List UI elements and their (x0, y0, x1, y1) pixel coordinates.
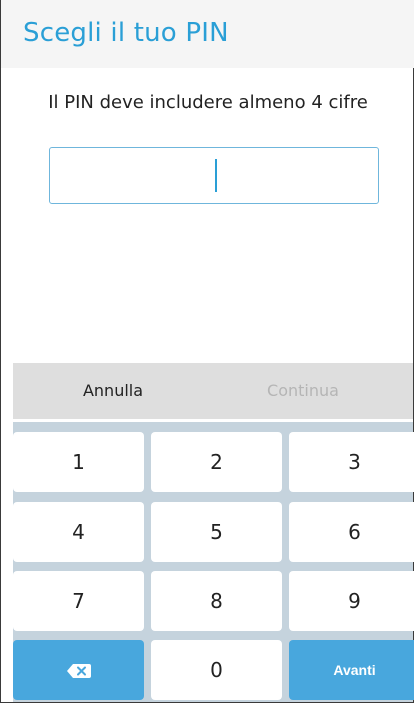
key-3[interactable]: 3 (289, 432, 414, 492)
screen: Scegli il tuo PIN Il PIN deve includere … (0, 0, 414, 703)
cancel-button[interactable]: Annulla (13, 363, 213, 419)
key-8[interactable]: 8 (151, 571, 282, 631)
backspace-icon (67, 664, 91, 678)
key-5[interactable]: 5 (151, 502, 282, 562)
key-1[interactable]: 1 (13, 432, 144, 492)
action-bar: Annulla Continua (13, 363, 413, 419)
key-7[interactable]: 7 (13, 571, 144, 631)
continue-button[interactable]: Continua (228, 363, 378, 419)
key-6[interactable]: 6 (289, 502, 414, 562)
title-bar: Scegli il tuo PIN (1, 0, 414, 68)
next-button[interactable]: Avanti (289, 640, 414, 700)
pin-input[interactable] (49, 147, 379, 204)
backspace-key[interactable] (13, 640, 144, 700)
key-4[interactable]: 4 (13, 502, 144, 562)
key-9[interactable]: 9 (289, 571, 414, 631)
page-title: Scegli il tuo PIN (23, 18, 229, 48)
key-0[interactable]: 0 (151, 640, 282, 700)
numeric-keypad: 1 2 3 4 5 6 7 8 9 0 Avanti (13, 422, 414, 702)
pin-instruction: Il PIN deve includere almeno 4 cifre (48, 92, 368, 113)
key-2[interactable]: 2 (151, 432, 282, 492)
text-cursor (215, 159, 217, 192)
